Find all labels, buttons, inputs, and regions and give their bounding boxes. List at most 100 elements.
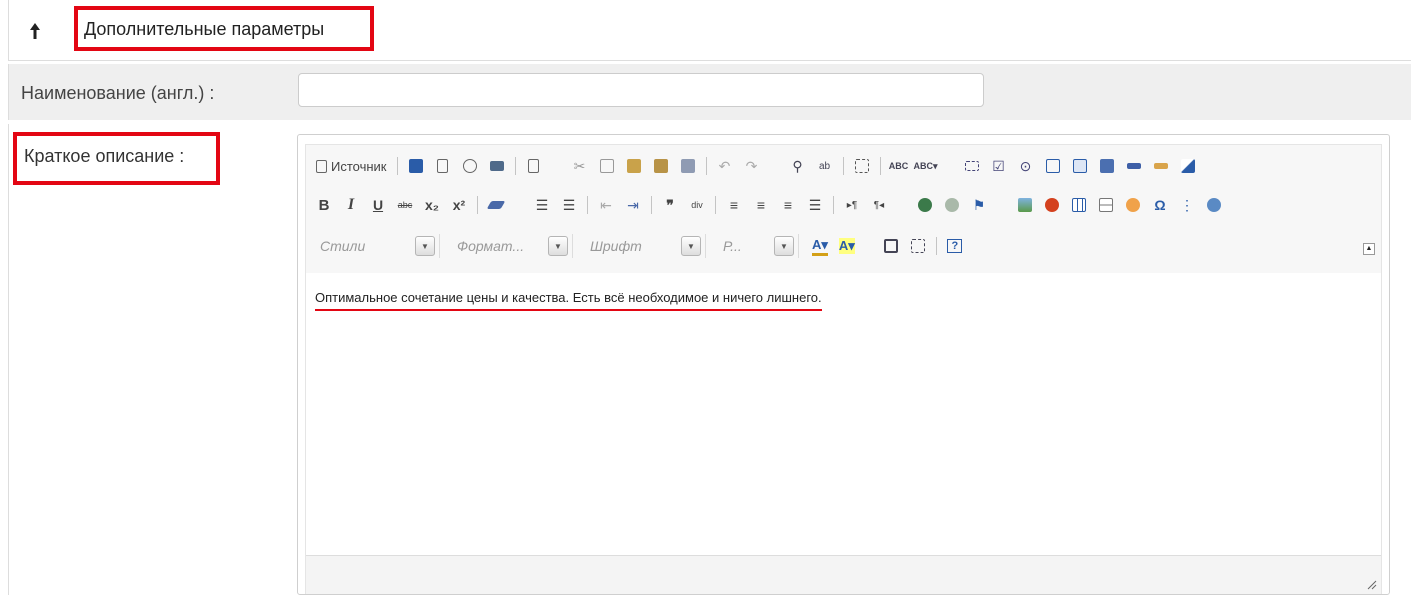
about-button[interactable]: ?: [943, 234, 967, 258]
new-page-button[interactable]: [431, 154, 455, 178]
subscript-button[interactable]: x₂: [420, 193, 444, 217]
textarea-button[interactable]: [1068, 154, 1092, 178]
remove-format-button[interactable]: [484, 193, 508, 217]
image-button[interactable]: [1013, 193, 1037, 217]
special-char-button[interactable]: Ω: [1148, 193, 1172, 217]
blockquote-button[interactable]: ❞: [658, 193, 682, 217]
align-center-button[interactable]: ≡: [749, 193, 773, 217]
preview-icon: [462, 159, 477, 173]
radio-button[interactable]: ⊙: [1014, 154, 1038, 178]
italic-button[interactable]: I: [339, 193, 363, 217]
bold-icon: B: [318, 196, 330, 214]
textfield-button[interactable]: [1041, 154, 1065, 178]
page-break-button[interactable]: ⋮: [1175, 193, 1199, 217]
unlink-button[interactable]: [940, 193, 964, 217]
select-button[interactable]: [1095, 154, 1119, 178]
superscript-button[interactable]: x²: [447, 193, 471, 217]
templates-button[interactable]: [522, 154, 546, 178]
link-button[interactable]: [913, 193, 937, 217]
scayt-icon: ABC▾: [913, 160, 938, 171]
redo-button[interactable]: ↷: [740, 154, 764, 178]
chevron-down-icon: ▼: [681, 236, 701, 256]
copy-icon: [599, 159, 614, 173]
editor-content[interactable]: Оптимальное сочетание цены и качества. Е…: [306, 273, 1381, 548]
iframe-button[interactable]: [1202, 193, 1226, 217]
spellcheck-button[interactable]: ABC: [887, 154, 911, 178]
collapse-toolbar-icon[interactable]: ▲: [1363, 243, 1375, 255]
styles-combo[interactable]: Стили ▼: [312, 234, 440, 258]
format-combo[interactable]: Формат... ▼: [449, 234, 573, 258]
short-desc-row: Краткое описание : Источник ✂ ↶ ↷ ⚲ ab A…: [8, 124, 1411, 595]
image-icon: [1018, 198, 1032, 212]
replace-button[interactable]: ab: [813, 154, 837, 178]
bold-button[interactable]: B: [312, 193, 336, 217]
find-button[interactable]: ⚲: [786, 154, 810, 178]
underline-button[interactable]: U: [366, 193, 390, 217]
hidden-field-button[interactable]: [1176, 154, 1200, 178]
rtl-button[interactable]: ¶◂: [867, 193, 891, 217]
image-button-button[interactable]: [1149, 154, 1173, 178]
text-color-button[interactable]: A▾: [808, 234, 832, 258]
align-left-button[interactable]: ≡: [722, 193, 746, 217]
flash-button[interactable]: [1040, 193, 1064, 217]
print-icon: [489, 161, 504, 171]
preview-button[interactable]: [458, 154, 482, 178]
bulleted-list-button[interactable]: ☰: [557, 193, 581, 217]
ltr-button[interactable]: ▸¶: [840, 193, 864, 217]
paste-text-button[interactable]: [649, 154, 673, 178]
anchor-button[interactable]: ⚑: [967, 193, 991, 217]
scayt-button[interactable]: ABC▾: [913, 154, 938, 178]
indent-button[interactable]: ⇥: [621, 193, 645, 217]
resize-handle-icon[interactable]: [1365, 578, 1377, 590]
undo-button[interactable]: ↶: [713, 154, 737, 178]
maximize-button[interactable]: [879, 234, 903, 258]
table-icon: [1072, 198, 1086, 212]
short-desc-label: Краткое описание :: [13, 132, 220, 185]
superscript-icon: x²: [452, 197, 466, 213]
rich-text-editor[interactable]: Источник ✂ ↶ ↷ ⚲ ab ABC ABC▾ ☑ ⊙ B I U a…: [297, 134, 1390, 595]
radio-icon: ⊙: [1019, 157, 1032, 174]
horizontal-rule-button[interactable]: [1094, 193, 1118, 217]
bg-color-button[interactable]: A▾: [835, 234, 859, 258]
strike-button[interactable]: abc: [393, 193, 417, 217]
select-all-button[interactable]: [850, 154, 874, 178]
button-button[interactable]: [1122, 154, 1146, 178]
strike-icon: abc: [397, 200, 413, 210]
source-button[interactable]: Источник: [312, 154, 391, 178]
paste-word-button[interactable]: [676, 154, 700, 178]
format-combo-label: Формат...: [457, 238, 525, 254]
show-blocks-button[interactable]: [906, 234, 930, 258]
cut-icon: ✂: [573, 157, 586, 174]
div-button[interactable]: div: [685, 193, 709, 217]
editor-text: Оптимальное сочетание цены и качества. Е…: [315, 290, 822, 311]
smiley-button[interactable]: [1121, 193, 1145, 217]
justify-button[interactable]: ☰: [803, 193, 827, 217]
size-combo[interactable]: Р... ▼: [715, 234, 799, 258]
numbered-list-button[interactable]: ☰: [530, 193, 554, 217]
align-right-button[interactable]: ≡: [776, 193, 800, 217]
paste-button[interactable]: [622, 154, 646, 178]
hidden-field-icon: [1180, 159, 1195, 173]
table-button[interactable]: [1067, 193, 1091, 217]
print-button[interactable]: [485, 154, 509, 178]
source-icon: [316, 159, 327, 173]
editor-statusbar: [306, 555, 1381, 594]
undo-icon: ↶: [718, 157, 731, 174]
section-title[interactable]: Дополнительные параметры: [74, 6, 374, 51]
text-color-icon: A▾: [812, 237, 828, 256]
italic-icon: I: [347, 196, 355, 213]
font-combo[interactable]: Шрифт ▼: [582, 234, 706, 258]
select-all-icon: [854, 159, 869, 173]
name-en-input[interactable]: [298, 73, 984, 107]
form-button[interactable]: [960, 154, 984, 178]
outdent-button[interactable]: ⇤: [594, 193, 618, 217]
form-icon: [964, 161, 979, 171]
checkbox-button[interactable]: ☑: [987, 154, 1011, 178]
section-header[interactable]: Дополнительные параметры: [8, 0, 1411, 61]
outdent-icon: ⇤: [600, 196, 612, 213]
editor-toolbar: Источник ✂ ↶ ↷ ⚲ ab ABC ABC▾ ☑ ⊙ B I U a…: [306, 145, 1381, 273]
flash-icon: [1045, 198, 1059, 212]
save-button[interactable]: [404, 154, 428, 178]
copy-button[interactable]: [595, 154, 619, 178]
cut-button[interactable]: ✂: [568, 154, 592, 178]
